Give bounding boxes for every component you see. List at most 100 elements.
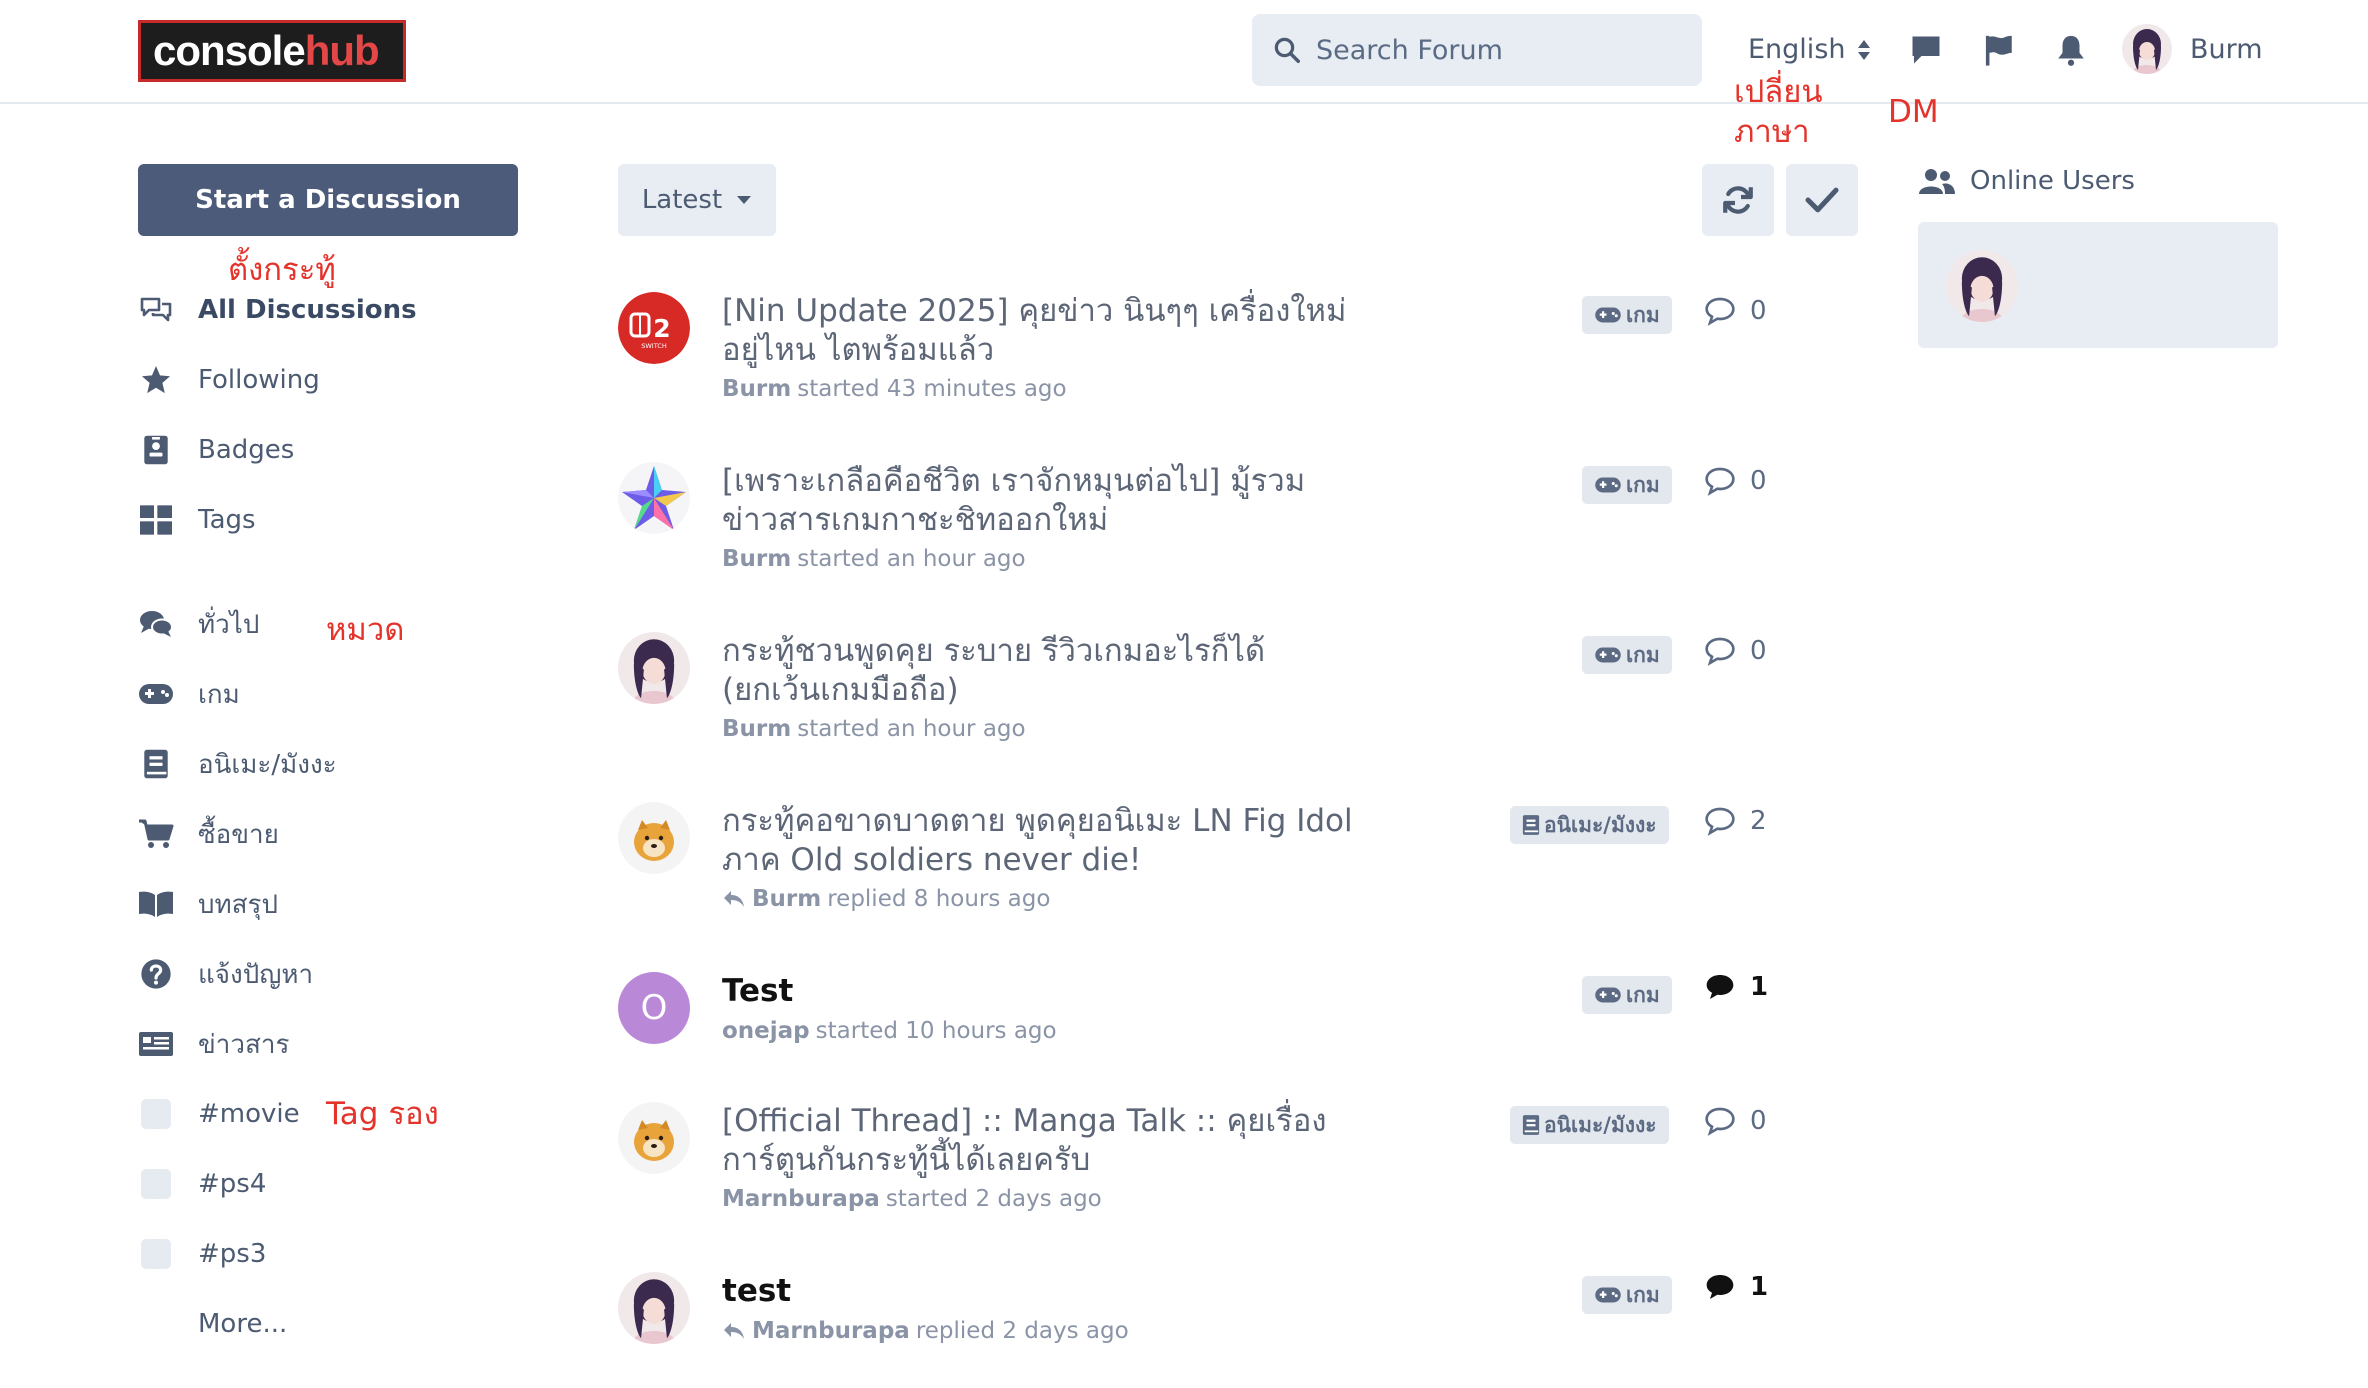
caret-down-icon: [737, 196, 752, 204]
tag-badge[interactable]: เกม: [1582, 976, 1672, 1014]
discussion-author[interactable]: onejap: [722, 1018, 810, 1044]
discussion-item[interactable]: 2 SWITCH [Nin Update 2025] คุยข่าว นินๆๆ …: [618, 292, 1768, 412]
user-menu[interactable]: Burm: [2122, 24, 2263, 74]
tag-badge[interactable]: เกม: [1582, 296, 1672, 334]
sidebar-item-marketplace[interactable]: ซื้อขาย: [138, 812, 498, 856]
top-header: consolehub English Burm: [0, 0, 2368, 104]
sidebar-tag-movie[interactable]: #movie: [138, 1092, 498, 1136]
sidebar-item-all-discussions[interactable]: All Discussions: [138, 288, 498, 332]
sidebar-item-label: เกม: [198, 679, 240, 710]
reply-arrow-icon: [724, 1323, 744, 1339]
discussion-author[interactable]: Burm: [722, 376, 791, 402]
discussion-author[interactable]: Burm: [722, 546, 791, 572]
reply-count[interactable]: 1: [1704, 1272, 1768, 1302]
sidebar-tag-ps4[interactable]: #ps4: [138, 1162, 498, 1206]
messages-button[interactable]: [1908, 32, 1944, 72]
author-avatar[interactable]: [618, 802, 690, 874]
sidebar-item-report-issue[interactable]: แจ้งปัญหา: [138, 952, 498, 996]
refresh-button[interactable]: [1702, 164, 1774, 236]
tag-badge-label: เกม: [1626, 472, 1660, 497]
sidebar-tag-ps3[interactable]: #ps3: [138, 1232, 498, 1276]
tags-grid-icon: [138, 502, 174, 538]
sidebar-item-label: อนิเมะ/มังงะ: [198, 749, 337, 780]
reply-count[interactable]: 0: [1704, 1106, 1767, 1136]
author-avatar[interactable]: 2 SWITCH: [618, 292, 690, 364]
online-user-avatar[interactable]: [1946, 250, 2018, 322]
reply-count-value: 0: [1750, 466, 1767, 496]
sidebar-item-guides[interactable]: บทสรุป: [138, 882, 498, 926]
discussion-item[interactable]: [เพราะเกลือคือชีวิต เราจักหมุนต่อไป] มู้…: [618, 462, 1768, 582]
tag-color-swatch: [141, 1239, 171, 1269]
language-selector[interactable]: English: [1748, 34, 1872, 65]
comment-filled-icon: [1706, 1275, 1734, 1299]
discussion-title[interactable]: Test: [722, 972, 1372, 1011]
tag-badge-label: เกม: [1626, 1282, 1660, 1307]
tag-badge[interactable]: เกม: [1582, 466, 1672, 504]
search-bar[interactable]: [1252, 14, 1702, 86]
gamepad-icon: [1595, 1287, 1621, 1303]
discussion-item[interactable]: กระทู้คอขาดบาดตาย พูดคุยอนิเมะ LN Fig Id…: [618, 802, 1768, 922]
site-logo[interactable]: console hub: [138, 20, 406, 82]
reply-count[interactable]: 0: [1704, 466, 1767, 496]
user-avatar: [2122, 24, 2172, 74]
discussion-title[interactable]: กระทู้ชวนพูดคุย ระบาย รีวิวเกมอะไรก็ได้ …: [722, 632, 1372, 710]
author-avatar[interactable]: [618, 1272, 690, 1344]
discussion-title[interactable]: [Nin Update 2025] คุยข่าว นินๆๆ เครื่องใ…: [722, 292, 1372, 370]
reply-count-value: 0: [1750, 1106, 1767, 1136]
discussion-author[interactable]: Marnburapa: [752, 1318, 910, 1344]
start-discussion-button[interactable]: Start a Discussion: [138, 164, 518, 236]
discussion-item[interactable]: test Marnburapa replied 2 days ago เกม 1: [618, 1272, 1768, 1362]
reply-count[interactable]: 0: [1704, 296, 1767, 326]
annotation-language: เปลี่ยน ภาษา: [1734, 74, 1823, 150]
discussion-title[interactable]: [เพราะเกลือคือชีวิต เราจักหมุนต่อไป] มู้…: [722, 462, 1372, 540]
discussion-author[interactable]: Burm: [752, 886, 821, 912]
tag-badge-label: เกม: [1626, 302, 1660, 327]
sidebar-item-anime-manga[interactable]: อนิเมะ/มังงะ: [138, 742, 498, 786]
sidebar-item-label: #ps4: [198, 1169, 267, 1199]
author-avatar[interactable]: [618, 632, 690, 704]
reply-count[interactable]: 1: [1704, 972, 1768, 1002]
logo-text-hub: hub: [304, 27, 380, 74]
discussion-title[interactable]: กระทู้คอขาดบาดตาย พูดคุยอนิเมะ LN Fig Id…: [722, 802, 1372, 880]
reply-count[interactable]: 0: [1704, 636, 1767, 666]
sidebar-item-tags[interactable]: Tags: [138, 498, 498, 542]
logo-text-console: console: [153, 27, 306, 74]
comment-outline-icon: [1705, 1107, 1735, 1136]
discussion-title[interactable]: [Official Thread] :: Manga Talk :: คุยเร…: [722, 1102, 1372, 1180]
discussion-title[interactable]: test: [722, 1272, 1372, 1311]
search-icon: [1274, 37, 1300, 63]
discussion-item[interactable]: กระทู้ชวนพูดคุย ระบาย รีวิวเกมอะไรก็ได้ …: [618, 632, 1768, 752]
newspaper-icon: [138, 1026, 174, 1062]
search-input[interactable]: [1316, 34, 1676, 66]
mark-all-read-button[interactable]: [1786, 164, 1858, 236]
sidebar-more-link[interactable]: More...: [138, 1302, 498, 1346]
gamepad-icon: [1595, 307, 1621, 323]
sidebar-item-label: Following: [198, 365, 320, 395]
sidebar-item-news[interactable]: ข่าวสาร: [138, 1022, 498, 1066]
author-avatar[interactable]: [618, 462, 690, 534]
tag-badge[interactable]: เกม: [1582, 1276, 1672, 1314]
sidebar-item-label: Tags: [198, 505, 256, 535]
sidebar-item-following[interactable]: Following: [138, 358, 498, 402]
tag-badge-label: อนิเมะ/มังงะ: [1544, 812, 1657, 837]
author-avatar[interactable]: O: [618, 972, 690, 1044]
gamepad-icon: [138, 676, 174, 712]
badge-icon: [138, 432, 174, 468]
discussion-item[interactable]: O Test onejap started 10 hours ago เกม 1: [618, 972, 1768, 1062]
discussion-item[interactable]: [Official Thread] :: Manga Talk :: คุยเร…: [618, 1102, 1768, 1222]
sort-dropdown[interactable]: Latest: [618, 164, 776, 236]
notifications-button[interactable]: [2054, 32, 2088, 72]
tag-badge[interactable]: อนิเมะ/มังงะ: [1510, 1106, 1669, 1144]
flags-button[interactable]: [1982, 32, 2016, 72]
discussion-author[interactable]: Marnburapa: [722, 1186, 880, 1212]
discussion-author[interactable]: Burm: [722, 716, 791, 742]
sidebar-item-badges[interactable]: Badges: [138, 428, 498, 472]
flag-icon: [1985, 35, 2012, 66]
author-avatar[interactable]: [618, 1102, 690, 1174]
reply-count-value: 0: [1750, 296, 1767, 326]
sidebar-item-games[interactable]: เกม: [138, 672, 498, 716]
sidebar-item-general[interactable]: ทั่วไป: [138, 602, 498, 646]
tag-badge[interactable]: อนิเมะ/มังงะ: [1510, 806, 1669, 844]
tag-badge[interactable]: เกม: [1582, 636, 1672, 674]
reply-count[interactable]: 2: [1704, 806, 1767, 836]
